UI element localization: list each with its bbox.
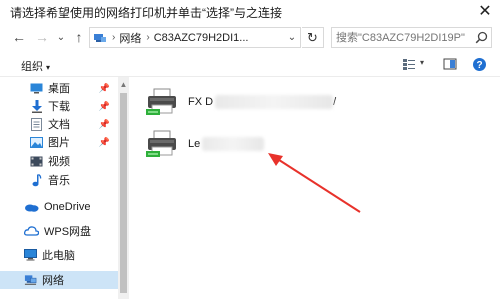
printer-name: FX D / — [188, 95, 336, 109]
desktop-icon — [30, 82, 43, 95]
organize-label: 组织 — [21, 61, 43, 73]
network-location-icon — [93, 32, 107, 44]
close-icon: ✕ — [478, 3, 492, 20]
chevron-down-icon: ⌄ — [56, 31, 66, 43]
file-list: FX D / Le — [130, 77, 500, 299]
window-title: 请选择希望使用的网络打印机并单击“选择”与之连接 — [10, 6, 282, 20]
sidebar-item-label: 桌面 — [48, 83, 70, 95]
refresh-icon: ↻ — [307, 29, 318, 45]
back-button[interactable]: ← — [11, 29, 27, 45]
sidebar-item-label: 下载 — [48, 101, 70, 113]
printer-icon — [146, 88, 176, 115]
pin-icon[interactable]: 📌 — [99, 137, 110, 148]
sidebar-item-this-pc[interactable]: 此电脑 — [0, 246, 118, 264]
sidebar-item-desktop[interactable]: 桌面 📌 — [0, 79, 118, 97]
svg-text:?: ? — [476, 60, 482, 71]
chevron-down-icon: ▾ — [46, 63, 51, 72]
sidebar-item-label: 视频 — [48, 156, 70, 168]
back-arrow-icon: ← — [12, 29, 26, 45]
breadcrumb-network[interactable]: 网络 — [119, 30, 141, 46]
chevron-up-icon: ▲ — [119, 80, 128, 89]
breadcrumb-computer[interactable]: C83AZC79H2DI1... — [154, 32, 249, 44]
search-input[interactable] — [331, 27, 492, 48]
redacted-text — [215, 95, 334, 109]
view-dropdown-button[interactable]: ▾ — [420, 58, 424, 67]
pin-icon[interactable]: 📌 — [99, 119, 110, 130]
sidebar-item-documents[interactable]: 文档 📌 — [0, 115, 118, 133]
documents-icon — [30, 117, 43, 131]
sidebar-item-music[interactable]: 音乐 — [0, 171, 118, 189]
navigation-bar: ← → ⌄ ↑ › 网络 › C83AZC79H2DI1... ⌄ ↻ — [0, 22, 500, 54]
address-history-button[interactable]: ⌄ — [283, 27, 301, 48]
change-view-button[interactable] — [402, 57, 416, 76]
address-bar[interactable]: › 网络 › C83AZC79H2DI1... — [89, 27, 301, 48]
search-icon — [475, 31, 488, 44]
forward-button[interactable]: → — [34, 29, 50, 45]
sidebar-item-network[interactable]: 网络 — [0, 271, 118, 289]
sidebar-item-label: OneDrive — [44, 201, 91, 213]
help-icon: ? — [473, 58, 486, 71]
pictures-icon — [30, 136, 43, 149]
sidebar-item-label: 音乐 — [48, 175, 70, 187]
sidebar-item-label: 文档 — [48, 119, 70, 131]
view-options-icon — [403, 59, 415, 70]
sidebar-scrollbar[interactable]: ▲ — [118, 77, 129, 299]
redacted-text — [202, 137, 265, 151]
up-arrow-icon: ↑ — [75, 29, 83, 45]
printer-name-suffix: / — [333, 95, 337, 108]
preview-pane-button[interactable] — [443, 57, 457, 76]
printer-item[interactable]: Le — [146, 129, 265, 159]
printer-name-text: FX D — [188, 95, 214, 108]
up-button[interactable]: ↑ — [71, 29, 87, 45]
pin-icon[interactable]: 📌 — [99, 83, 110, 94]
printer-icon — [146, 130, 176, 157]
scroll-up-button[interactable]: ▲ — [118, 80, 129, 90]
download-icon — [30, 99, 43, 113]
breadcrumb-separator: › — [112, 32, 116, 43]
music-icon — [30, 173, 43, 187]
pin-icon[interactable]: 📌 — [99, 101, 110, 112]
sidebar-item-downloads[interactable]: 下载 📌 — [0, 97, 118, 115]
help-button[interactable]: ? — [472, 57, 487, 77]
sidebar-item-videos[interactable]: 视频 — [0, 152, 118, 170]
network-icon — [24, 274, 37, 287]
chevron-down-icon: ⌄ — [287, 32, 297, 43]
wps-cloud-icon — [24, 225, 39, 238]
sidebar-item-wps-cloud[interactable]: WPS网盘 — [0, 222, 118, 240]
this-pc-icon — [24, 249, 37, 262]
navigation-pane: 桌面 📌 下载 📌 文档 📌 图片 📌 视频 音乐 OneDrive WPS网盘… — [0, 77, 118, 299]
breadcrumb-separator: › — [146, 32, 150, 43]
refresh-button[interactable]: ↻ — [302, 27, 324, 48]
printer-name-text: Le — [188, 137, 201, 150]
sidebar-item-label: WPS网盘 — [44, 226, 92, 238]
chevron-down-icon: ▾ — [420, 58, 425, 67]
sidebar-item-label: 图片 — [48, 137, 70, 149]
sidebar-item-onedrive[interactable]: OneDrive — [0, 198, 118, 216]
videos-icon — [30, 155, 43, 168]
printer-item[interactable]: FX D / — [146, 87, 336, 117]
preview-pane-icon — [443, 58, 457, 70]
onedrive-icon — [24, 201, 39, 214]
sidebar-item-pictures[interactable]: 图片 📌 — [0, 133, 118, 151]
scrollbar-thumb[interactable] — [120, 93, 127, 293]
forward-arrow-icon: → — [35, 29, 49, 45]
recent-locations-button[interactable]: ⌄ — [53, 29, 69, 45]
sidebar-item-label: 此电脑 — [42, 250, 75, 262]
printer-name: Le — [188, 137, 265, 151]
close-button[interactable]: ✕ — [470, 0, 500, 22]
command-bar: 组织 ▾ ▾ ? — [0, 54, 500, 77]
sidebar-item-label: 网络 — [42, 275, 64, 287]
organize-menu-button[interactable]: 组织 ▾ — [21, 58, 50, 74]
title-bar: 请选择希望使用的网络打印机并单击“选择”与之连接 ✕ — [0, 0, 500, 22]
